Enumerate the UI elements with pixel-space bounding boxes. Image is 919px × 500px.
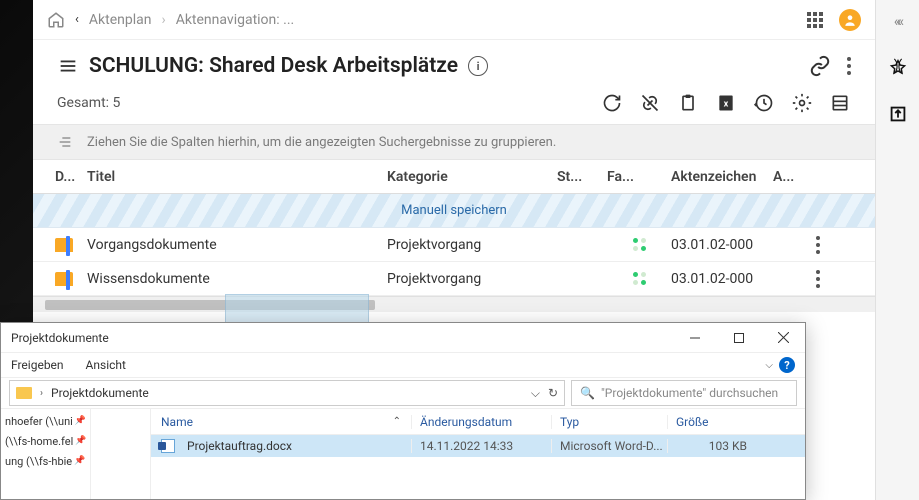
row-title: Vorgangsdokumente <box>87 237 387 253</box>
breadcrumb-item-2[interactable]: Aktennavigation: ... <box>176 12 295 28</box>
svg-text:x: x <box>724 99 729 109</box>
right-rail: «« <box>875 0 919 500</box>
export-icon[interactable] <box>884 100 912 128</box>
folder-icon <box>16 387 32 399</box>
address-bar[interactable]: › Projektdokumente ⌵ ↻ <box>9 380 565 406</box>
info-icon[interactable]: i <box>468 56 488 76</box>
status-dots-icon <box>607 272 671 285</box>
explorer-address-row: › Projektdokumente ⌵ ↻ 🔍 "Projektdokumen… <box>1 377 805 409</box>
col-name[interactable]: Name⌃ <box>161 415 411 429</box>
row-aktenzeichen: 03.01.02-000 <box>671 237 773 253</box>
breadcrumb-back-icon[interactable]: ‹ <box>75 12 79 27</box>
row-category: Projektvorgang <box>387 271 557 287</box>
col-header-title[interactable]: Titel <box>87 169 387 185</box>
maximize-button[interactable] <box>717 323 761 353</box>
nav-item[interactable]: (\\fs-home.fel📌 <box>1 431 90 451</box>
col-header-a[interactable]: A... <box>773 169 803 185</box>
nav-item[interactable]: ung (\\fs-hbie📌 <box>1 451 90 471</box>
row-aktenzeichen: 03.01.02-000 <box>671 271 773 287</box>
group-by-bar[interactable]: Ziehen Sie die Spalten hierhin, um die a… <box>33 124 875 160</box>
file-type: Microsoft Word-D... <box>551 439 667 453</box>
title-overflow-menu[interactable] <box>847 57 851 75</box>
clipboard-icon[interactable] <box>677 92 699 114</box>
indent-icon <box>57 134 73 150</box>
address-path[interactable]: Projektdokumente <box>51 386 149 400</box>
settings-icon[interactable] <box>791 92 813 114</box>
menu-ansicht[interactable]: Ansicht <box>86 358 126 372</box>
table-body: +Kopieren Manuell speichern Vorgangsdoku… <box>33 194 875 296</box>
col-header-status[interactable]: St... <box>557 169 607 185</box>
help-icon[interactable]: ? <box>779 357 795 373</box>
sort-asc-icon: ⌃ <box>393 416 401 427</box>
breadcrumb-item-1[interactable]: Aktenplan <box>89 12 152 28</box>
row-title: Wissensdokumente <box>87 271 387 287</box>
refresh-icon[interactable] <box>601 92 623 114</box>
col-header-aktenzeichen[interactable]: Aktenzeichen <box>671 169 773 185</box>
explorer-menubar: Freigeben Ansicht ⌵ ? <box>1 353 805 377</box>
row-overflow-menu[interactable] <box>803 236 833 254</box>
explorer-window[interactable]: Projektdokumente Freigeben Ansicht ⌵ ? ›… <box>0 322 806 500</box>
refresh-icon[interactable]: ↻ <box>548 386 558 401</box>
binder-icon <box>55 238 73 252</box>
chevron-right-icon[interactable]: › <box>40 388 43 399</box>
explorer-search-input[interactable]: 🔍 "Projektdokumente" durchsuchen <box>571 380 797 406</box>
pdf-icon[interactable] <box>884 54 912 82</box>
binder-icon <box>55 272 73 286</box>
explorer-nav-tree[interactable]: nhoefer (\\uni📌 (\\fs-home.fel📌 ung (\\f… <box>1 409 91 499</box>
table-row[interactable]: Vorgangsdokumente Projektvorgang 03.01.0… <box>33 228 875 262</box>
breadcrumb-sep-icon: › <box>161 12 165 28</box>
file-name: Projektauftrag.docx <box>187 439 292 453</box>
row-overflow-menu[interactable] <box>803 270 833 288</box>
hamburger-icon[interactable] <box>57 55 79 77</box>
word-doc-icon <box>161 439 175 453</box>
page-title: SCHULUNG: Shared Desk Arbeitsplätze <box>89 54 458 78</box>
minimize-button[interactable] <box>673 323 717 353</box>
col-header-d[interactable]: D... <box>43 169 87 185</box>
col-size[interactable]: Größe <box>667 415 747 429</box>
explorer-window-title: Projektdokumente <box>11 331 109 345</box>
ribbon-expand-icon[interactable]: ⌵ <box>765 360 773 371</box>
search-placeholder: "Projektdokumente" durchsuchen <box>601 386 778 400</box>
drop-action-label: Manuell speichern <box>401 203 507 218</box>
scrollbar-thumb[interactable] <box>45 300 375 310</box>
explorer-columns: Name⌃ Änderungsdatum Typ Größe <box>151 409 805 435</box>
table-row[interactable]: Wissensdokumente Projektvorgang 03.01.02… <box>33 262 875 296</box>
nav-item[interactable]: nhoefer (\\uni📌 <box>1 411 90 431</box>
table-header: D... Titel Kategorie St... Fa... Aktenze… <box>33 160 875 194</box>
col-header-fa[interactable]: Fa... <box>607 169 671 185</box>
file-date: 14.11.2022 14:33 <box>411 439 551 453</box>
title-row: SCHULUNG: Shared Desk Arbeitsplätze i <box>33 40 875 88</box>
horizontal-scrollbar[interactable] <box>33 296 875 312</box>
explorer-titlebar[interactable]: Projektdokumente <box>1 323 805 353</box>
history-icon[interactable] <box>753 92 775 114</box>
link-icon[interactable] <box>809 55 831 77</box>
close-button[interactable] <box>761 323 805 353</box>
row-category: Projektvorgang <box>387 237 557 253</box>
home-icon[interactable] <box>47 11 65 29</box>
menu-freigeben[interactable]: Freigeben <box>11 358 64 372</box>
col-type[interactable]: Typ <box>551 415 667 429</box>
export-excel-icon[interactable]: x <box>715 92 737 114</box>
col-header-category[interactable]: Kategorie <box>387 169 557 185</box>
col-date[interactable]: Änderungsdatum <box>411 415 551 429</box>
drop-target-row[interactable]: Manuell speichern <box>33 194 875 228</box>
list-view-icon[interactable] <box>829 92 851 114</box>
summary-row: Gesamt: 5 x <box>33 88 875 124</box>
search-icon: 🔍 <box>580 386 595 400</box>
address-dropdown-icon[interactable]: ⌵ <box>531 386 540 401</box>
toolbar: x <box>601 92 851 114</box>
file-row-selected[interactable]: Projektauftrag.docx 14.11.2022 14:33 Mic… <box>151 435 805 457</box>
group-by-hint: Ziehen Sie die Spalten hierhin, um die a… <box>87 135 556 150</box>
explorer-nav-spacer <box>91 409 151 499</box>
user-avatar-icon[interactable] <box>839 9 861 31</box>
explorer-file-list: Name⌃ Änderungsdatum Typ Größe Projektau… <box>151 409 805 499</box>
topbar: ‹ Aktenplan › Aktennavigation: ... <box>33 0 875 40</box>
file-size: 103 KB <box>667 439 747 453</box>
collapse-rail-icon[interactable]: «« <box>884 8 912 36</box>
breadcrumb: Aktenplan › Aktennavigation: ... <box>89 12 294 28</box>
total-count: Gesamt: 5 <box>57 95 120 111</box>
unlink-icon[interactable] <box>639 92 661 114</box>
status-dots-icon <box>607 238 671 251</box>
apps-grid-icon[interactable] <box>807 12 823 28</box>
